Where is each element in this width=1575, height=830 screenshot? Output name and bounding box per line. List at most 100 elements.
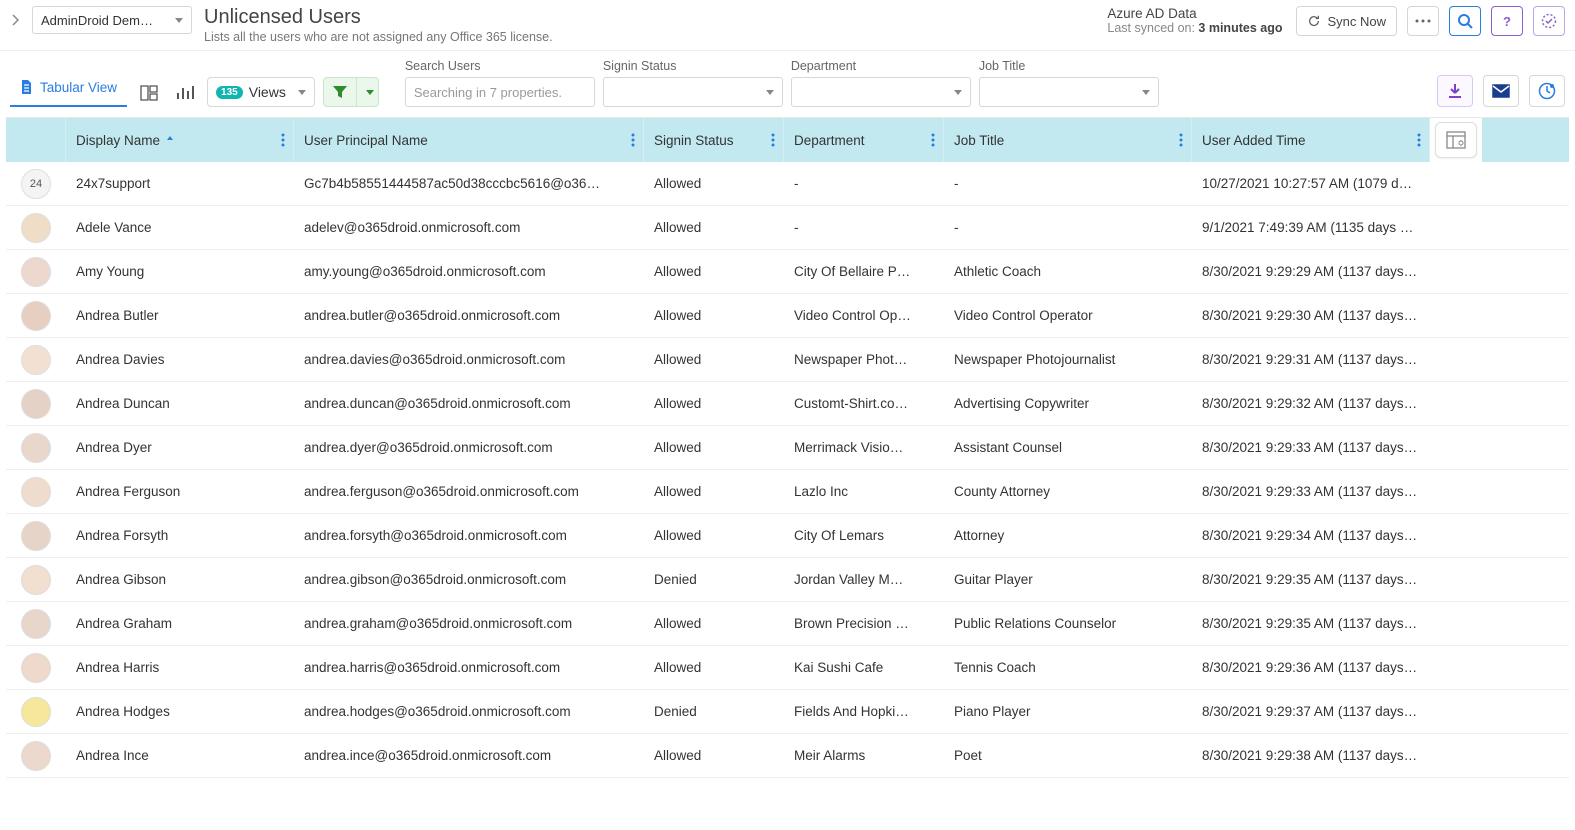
column-menu-icon[interactable] — [1417, 133, 1421, 147]
page-title: Unlicensed Users — [204, 6, 553, 28]
cell-display_name: Andrea Gibson — [66, 572, 294, 587]
jobtitle-select[interactable] — [979, 77, 1159, 107]
column-menu-icon[interactable] — [1179, 133, 1183, 147]
cell-added: 9/1/2021 7:49:39 AM (1135 days … — [1192, 220, 1430, 235]
cell-signin: Denied — [644, 704, 784, 719]
cell-added: 8/30/2021 9:29:37 AM (1137 days… — [1192, 704, 1430, 719]
cell-upn: andrea.harris@o365droid.onmicrosoft.com — [294, 660, 644, 675]
help-button[interactable]: ? — [1491, 6, 1523, 36]
table-row[interactable]: Andrea Hodgesandrea.hodges@o365droid.onm… — [6, 690, 1569, 734]
avatar — [21, 477, 51, 507]
column-label: User Principal Name — [304, 133, 428, 148]
table-row[interactable]: Adele Vanceadelev@o365droid.onmicrosoft.… — [6, 206, 1569, 250]
cell-upn: andrea.butler@o365droid.onmicrosoft.com — [294, 308, 644, 323]
department-select[interactable] — [791, 77, 971, 107]
cell-jobtitle: Piano Player — [944, 704, 1192, 719]
cell-jobtitle: Assistant Counsel — [944, 440, 1192, 455]
column-jobtitle[interactable]: Job Title — [944, 118, 1192, 162]
cell-display_name: Amy Young — [66, 264, 294, 279]
cell-signin: Allowed — [644, 660, 784, 675]
column-config — [1430, 118, 1482, 162]
cell-department: Kai Sushi Cafe — [784, 660, 944, 675]
audit-button[interactable] — [1533, 6, 1565, 36]
column-menu-icon[interactable] — [931, 133, 935, 147]
column-display-name[interactable]: Display Name — [66, 118, 294, 162]
table-row[interactable]: Andrea Forsythandrea.forsyth@o365droid.o… — [6, 514, 1569, 558]
tabular-view-tab[interactable]: Tabular View — [10, 71, 127, 107]
more-menu-button[interactable] — [1407, 6, 1439, 36]
column-label: Department — [794, 133, 865, 148]
column-settings-button[interactable] — [1435, 122, 1477, 158]
cell-added: 8/30/2021 9:29:33 AM (1137 days… — [1192, 484, 1430, 499]
sidebar-toggle[interactable] — [6, 7, 24, 33]
cell-display_name: Andrea Davies — [66, 352, 294, 367]
cell-upn: adelev@o365droid.onmicrosoft.com — [294, 220, 644, 235]
table-row[interactable]: Andrea Harrisandrea.harris@o365droid.onm… — [6, 646, 1569, 690]
cell-upn: andrea.duncan@o365droid.onmicrosoft.com — [294, 396, 644, 411]
table-row[interactable]: Andrea Daviesandrea.davies@o365droid.onm… — [6, 338, 1569, 382]
table-row[interactable]: Andrea Duncanandrea.duncan@o365droid.onm… — [6, 382, 1569, 426]
table-row[interactable]: Andrea Inceandrea.ince@o365droid.onmicro… — [6, 734, 1569, 778]
search-label: Search Users — [405, 59, 595, 73]
cell-signin: Allowed — [644, 484, 784, 499]
cell-display_name: 24x7support — [66, 176, 294, 191]
cell-display_name: Andrea Graham — [66, 616, 294, 631]
filter-dropdown-button[interactable] — [357, 77, 379, 107]
column-added-time[interactable]: User Added Time — [1192, 118, 1430, 162]
cell-upn: andrea.davies@o365droid.onmicrosoft.com — [294, 352, 644, 367]
cell-upn: amy.young@o365droid.onmicrosoft.com — [294, 264, 644, 279]
document-icon — [18, 79, 34, 95]
cell-department: Merrimack Visio… — [784, 440, 944, 455]
cell-signin: Allowed — [644, 616, 784, 631]
column-label: Job Title — [954, 133, 1004, 148]
cell-jobtitle: Poet — [944, 748, 1192, 763]
cell-signin: Allowed — [644, 220, 784, 235]
page-subtitle: Lists all the users who are not assigned… — [204, 30, 553, 44]
views-dropdown[interactable]: 135 Views — [207, 77, 315, 107]
column-upn[interactable]: User Principal Name — [294, 118, 644, 162]
signin-status-select[interactable] — [603, 77, 783, 107]
cell-signin: Allowed — [644, 308, 784, 323]
table-row[interactable]: Andrea Dyerandrea.dyer@o365droid.onmicro… — [6, 426, 1569, 470]
column-signin[interactable]: Signin Status — [644, 118, 784, 162]
table-row[interactable]: Andrea Gibsonandrea.gibson@o365droid.onm… — [6, 558, 1569, 602]
cell-department: Fields And Hopki… — [784, 704, 944, 719]
layout-view-button[interactable] — [135, 79, 163, 107]
avatar — [21, 345, 51, 375]
table-row[interactable]: Andrea Grahamandrea.graham@o365droid.onm… — [6, 602, 1569, 646]
table-row[interactable]: Andrea Butlerandrea.butler@o365droid.onm… — [6, 294, 1569, 338]
alert-button[interactable] — [1529, 75, 1565, 107]
column-department[interactable]: Department — [784, 118, 944, 162]
column-menu-icon[interactable] — [631, 133, 635, 147]
column-menu-icon[interactable] — [281, 133, 285, 147]
column-menu-icon[interactable] — [771, 133, 775, 147]
table-row[interactable]: 2424x7supportGc7b4b58551444587ac50d38ccc… — [6, 162, 1569, 206]
cell-jobtitle: Video Control Operator — [944, 308, 1192, 323]
cell-signin: Denied — [644, 572, 784, 587]
table-row[interactable]: Andrea Fergusonandrea.ferguson@o365droid… — [6, 470, 1569, 514]
table-row[interactable]: Amy Youngamy.young@o365droid.onmicrosoft… — [6, 250, 1569, 294]
cell-jobtitle: Advertising Copywriter — [944, 396, 1192, 411]
email-button[interactable] — [1483, 75, 1519, 107]
cell-department: Customt-Shirt.co… — [784, 396, 944, 411]
column-label: User Added Time — [1202, 133, 1306, 148]
download-button[interactable] — [1437, 75, 1473, 107]
sync-now-button[interactable]: Sync Now — [1296, 6, 1397, 36]
table-body: 2424x7supportGc7b4b58551444587ac50d38ccc… — [6, 162, 1569, 778]
cell-added: 8/30/2021 9:29:36 AM (1137 days… — [1192, 660, 1430, 675]
cell-jobtitle: - — [944, 176, 1192, 191]
cell-department: City Of Bellaire P… — [784, 264, 944, 279]
signin-label: Signin Status — [603, 59, 783, 73]
sync-time: Last synced on: 3 minutes ago — [1107, 21, 1282, 35]
users-table: Display Name User Principal Name Signin … — [6, 117, 1569, 778]
views-count-badge: 135 — [216, 86, 243, 99]
tenant-dropdown[interactable]: AdminDroid Dem… — [32, 6, 192, 34]
filter-button[interactable] — [323, 77, 357, 107]
cell-added: 8/30/2021 9:29:38 AM (1137 days… — [1192, 748, 1430, 763]
jobtitle-label: Job Title — [979, 59, 1159, 73]
search-users-input[interactable] — [405, 77, 595, 107]
avatar — [21, 653, 51, 683]
table-header: Display Name User Principal Name Signin … — [6, 118, 1569, 162]
chart-view-button[interactable] — [171, 79, 199, 107]
global-search-button[interactable] — [1449, 6, 1481, 36]
